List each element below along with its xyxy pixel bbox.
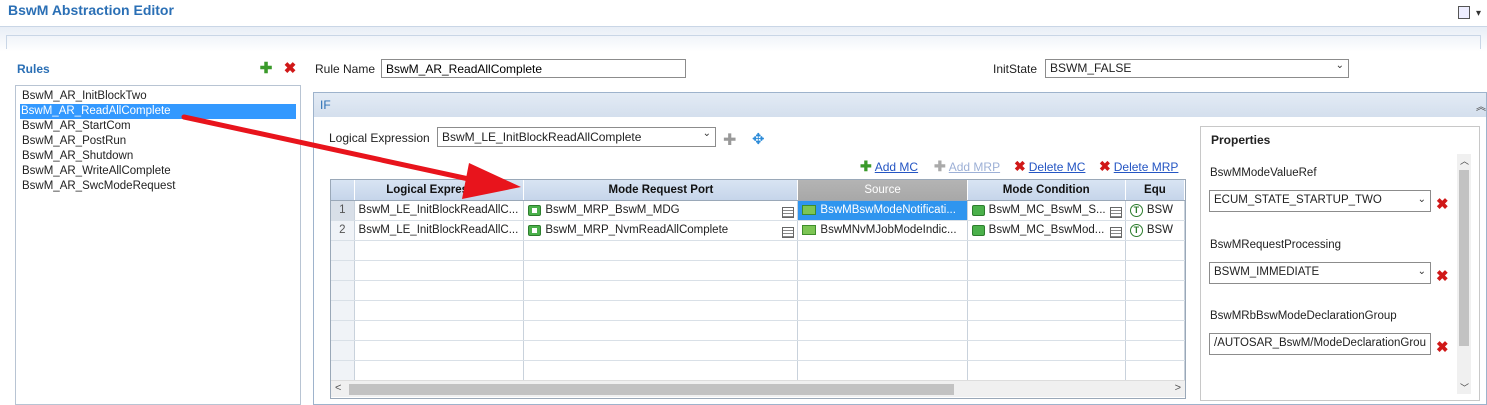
delete-mc-button[interactable]: ✖ Delete MC <box>1014 158 1085 175</box>
scrollbar-thumb[interactable] <box>349 384 954 395</box>
port-icon <box>528 224 542 236</box>
empty-row <box>331 300 1185 321</box>
list-item[interactable]: BswM_AR_WriteAllComplete <box>21 164 297 179</box>
cell-mode-request-port[interactable]: BswM_MRP_BswM_MDG <box>523 200 799 221</box>
column-header-equ[interactable]: Equ <box>1125 180 1185 201</box>
plus-icon: ✚ <box>860 158 872 174</box>
horizontal-scrollbar[interactable]: < > <box>331 380 1185 397</box>
request-processing-select[interactable]: BSWM_IMMEDIATE ⌄ <box>1209 262 1431 284</box>
rule-name-label: Rule Name <box>315 62 376 76</box>
init-state-select[interactable]: BSWM_FALSE ⌄ <box>1045 59 1349 78</box>
mode-condition-icon <box>971 204 985 216</box>
list-item[interactable]: BswM_AR_PostRun <box>21 134 297 149</box>
init-state-value: BSWM_FALSE <box>1050 61 1132 75</box>
list-picker-icon[interactable] <box>1109 207 1122 218</box>
scroll-up-icon[interactable]: ︿ <box>1460 154 1469 167</box>
cell-source[interactable]: BswMNvMJobModeIndic... <box>797 220 968 241</box>
cell-mode-condition[interactable]: BswM_MC_BswMod... <box>967 220 1126 241</box>
plus-icon: ✚ <box>934 158 946 174</box>
empty-row <box>331 240 1185 261</box>
vertical-scrollbar[interactable]: ︿ ﹀ <box>1457 154 1471 394</box>
type-t-icon: T <box>1129 223 1143 237</box>
save-icon[interactable] <box>1458 6 1470 19</box>
cell-equ[interactable]: T BSW <box>1125 200 1185 221</box>
navigate-icon[interactable]: ✥ <box>752 130 765 148</box>
table-row[interactable]: 2 BswM_LE_InitBlockReadAllC... BswM_MRP_… <box>331 220 1185 241</box>
scroll-down-icon[interactable]: ﹀ <box>1460 381 1469 394</box>
add-mrp-button[interactable]: ✚ Add MRP <box>934 158 1000 175</box>
list-picker-icon[interactable] <box>782 207 795 218</box>
mode-declaration-group-field[interactable]: /AUTOSAR_BswM/ModeDeclarationGrou <box>1209 333 1431 355</box>
logical-expression-select[interactable]: BswM_LE_InitBlockReadAllComplete ⌄ <box>437 127 716 147</box>
properties-title: Properties <box>1209 133 1273 147</box>
empty-row <box>331 280 1185 301</box>
list-item[interactable]: BswM_AR_SwcModeRequest <box>21 179 297 194</box>
scrollbar-thumb[interactable] <box>1459 170 1469 346</box>
empty-row <box>331 340 1185 361</box>
delete-icon: ✖ <box>1014 158 1026 174</box>
list-item[interactable]: BswM_AR_Shutdown <box>21 149 297 164</box>
delete-icon[interactable]: ✖ <box>1436 338 1449 356</box>
cell-mode-condition[interactable]: BswM_MC_BswM_S... <box>967 200 1126 221</box>
delete-mrp-button[interactable]: ✖ Delete MRP <box>1099 158 1178 175</box>
rules-title: Rules <box>17 62 50 76</box>
column-header-logical-expression[interactable]: Logical Expression <box>354 180 525 201</box>
scroll-right-icon[interactable]: > <box>1175 382 1181 394</box>
logical-expression-label: Logical Expression <box>329 131 430 145</box>
column-header-source[interactable]: Source <box>797 180 968 201</box>
mode-condition-icon <box>971 224 985 236</box>
collapse-icon[interactable]: ︽ <box>1476 98 1486 113</box>
type-t-icon: T <box>1129 203 1143 217</box>
init-state-label: InitState <box>993 62 1038 76</box>
add-rule-button[interactable]: ✚ <box>259 61 273 76</box>
cell-source[interactable]: BswMBswModeNotificati... <box>797 200 968 221</box>
header-band <box>0 26 1487 52</box>
delete-icon: ✖ <box>1099 158 1111 174</box>
rules-list[interactable]: BswM_AR_InitBlockTwo BswM_AR_ReadAllComp… <box>15 85 301 405</box>
folder-icon <box>802 225 817 235</box>
column-header-mode-request-port[interactable]: Mode Request Port <box>523 180 799 201</box>
empty-row <box>331 360 1185 381</box>
property-label: BswMModeValueRef <box>1210 167 1317 179</box>
table-row[interactable]: 1 BswM_LE_InitBlockReadAllC... BswM_MRP_… <box>331 200 1185 221</box>
row-number: 1 <box>331 200 355 221</box>
folder-icon <box>802 205 817 215</box>
cell-mode-request-port[interactable]: BswM_MRP_NvmReadAllComplete <box>523 220 799 241</box>
add-expression-icon[interactable]: ✚ <box>723 130 736 150</box>
mode-value-ref-select[interactable]: ECUM_STATE_STARTUP_TWO ⌄ <box>1209 190 1431 212</box>
column-header-mode-condition[interactable]: Mode Condition <box>967 180 1126 201</box>
chevron-down-icon[interactable]: ▾ <box>1476 8 1481 19</box>
delete-rule-button[interactable]: ✖ <box>283 61 297 76</box>
scroll-left-icon[interactable]: < <box>335 382 341 394</box>
rule-name-input[interactable] <box>381 59 686 78</box>
property-label: BswMRequestProcessing <box>1210 239 1342 251</box>
chevron-down-icon[interactable]: ⌄ <box>703 128 711 139</box>
chevron-down-icon[interactable]: ⌄ <box>1418 266 1426 277</box>
chevron-down-icon[interactable]: ⌄ <box>1418 194 1426 205</box>
list-picker-icon[interactable] <box>1109 227 1122 238</box>
row-number-header <box>331 180 355 201</box>
add-mc-button[interactable]: ✚ Add MC <box>860 158 918 175</box>
cell-logical-expression[interactable]: BswM_LE_InitBlockReadAllC... <box>354 220 525 241</box>
if-section-header[interactable] <box>314 93 1486 117</box>
list-item[interactable]: BswM_AR_StartCom <box>21 119 297 134</box>
logical-expression-value: BswM_LE_InitBlockReadAllComplete <box>442 130 642 144</box>
row-number: 2 <box>331 220 355 241</box>
editor-title: BswM Abstraction Editor <box>8 2 174 18</box>
port-icon <box>528 204 542 216</box>
cell-logical-expression[interactable]: BswM_LE_InitBlockReadAllC... <box>354 200 525 221</box>
delete-icon[interactable]: ✖ <box>1436 267 1449 285</box>
property-label: BswMRbBswModeDeclarationGroup <box>1210 310 1397 322</box>
list-item[interactable]: BswM_AR_InitBlockTwo <box>21 89 297 104</box>
list-item[interactable]: BswM_AR_ReadAllComplete <box>20 104 296 119</box>
empty-row <box>331 260 1185 281</box>
chevron-down-icon[interactable]: ⌄ <box>1336 60 1344 71</box>
delete-icon[interactable]: ✖ <box>1436 195 1449 213</box>
if-section-title: IF <box>320 98 331 112</box>
mode-conditions-table[interactable]: Logical Expression Mode Request Port Sou… <box>330 179 1186 399</box>
empty-row <box>331 320 1185 341</box>
cell-equ[interactable]: T BSW <box>1125 220 1185 241</box>
list-picker-icon[interactable] <box>782 227 795 238</box>
